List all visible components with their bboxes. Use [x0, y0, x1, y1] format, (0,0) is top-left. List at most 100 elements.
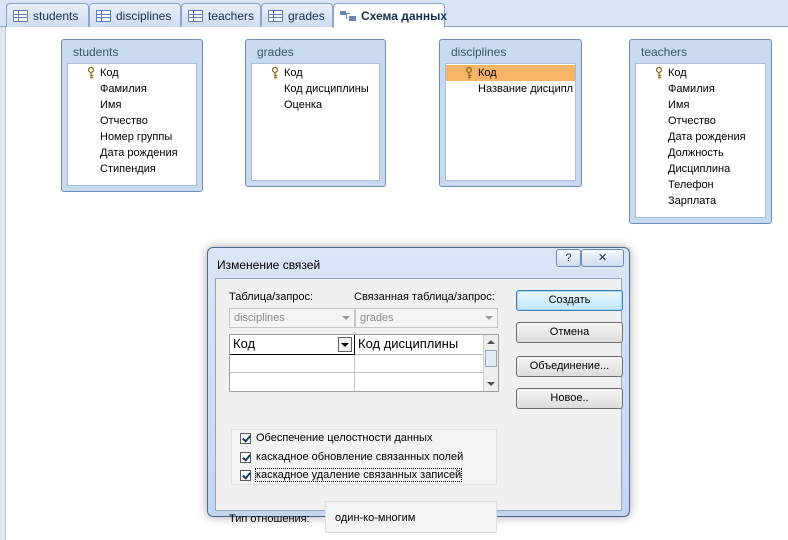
enforce-integrity-label[interactable]: Обеспечение целостности данных [256, 432, 432, 444]
grid-scrollbar[interactable] [483, 335, 498, 391]
workspace-left-border [0, 27, 6, 540]
field-item[interactable]: Отчество [636, 113, 765, 129]
create-new-button[interactable]: Новое.. [516, 388, 623, 409]
field-item[interactable]: Зарплата [636, 193, 765, 209]
field-name: Код [100, 67, 119, 79]
field-name: Дисциплина [668, 163, 731, 175]
field-item[interactable]: Код [636, 65, 765, 81]
tab-disciplines[interactable]: disciplines [89, 3, 181, 27]
cascade-update-label[interactable]: каскадное обновление связанных полей [256, 451, 463, 463]
table-query-label: Таблица/запрос: [229, 291, 314, 303]
grid-cell-empty[interactable] [355, 355, 484, 373]
field-item[interactable]: Код дисциплины [252, 81, 379, 97]
create-button[interactable]: Создать [516, 290, 623, 311]
key-icon [271, 67, 279, 79]
table-box-disciplines[interactable]: disciplines Код Название дисципл [439, 39, 582, 187]
tab-teachers[interactable]: teachers [181, 3, 261, 27]
scroll-thumb[interactable] [485, 350, 497, 367]
field-item[interactable]: Дата рождения [68, 145, 196, 161]
table-icon [268, 9, 283, 22]
cascade-delete-label[interactable]: каскадное удаление связанных записей [254, 468, 463, 482]
tab-label: students [33, 8, 79, 23]
table-box-students[interactable]: students Код Фамилия Имя Отчество Номер … [61, 39, 203, 192]
right-field-cell[interactable]: Код дисциплины [355, 335, 484, 355]
field-item[interactable]: Имя [636, 97, 765, 113]
field-name: Код [478, 67, 497, 79]
field-item[interactable]: Название дисципл [446, 81, 575, 97]
dialog-title: Изменение связей [217, 258, 321, 272]
cascade-delete-checkbox[interactable] [240, 470, 251, 481]
left-field-cell[interactable]: Код [230, 335, 355, 355]
cancel-button-label: Отмена [549, 326, 590, 338]
left-field-value: Код [233, 336, 256, 351]
cancel-button[interactable]: Отмена [516, 322, 623, 343]
field-name: Отчество [100, 115, 148, 127]
edit-relationships-dialog[interactable]: Изменение связей ? ✕ Таблица/запрос: Свя… [207, 247, 630, 533]
relation-type-value: один-ко-многим [325, 501, 497, 533]
field-dropdown-button[interactable] [338, 337, 352, 352]
field-item[interactable]: Дата рождения [636, 129, 765, 145]
table-title[interactable]: teachers [630, 40, 771, 62]
field-item[interactable]: Номер группы [68, 129, 196, 145]
chevron-down-icon [485, 316, 493, 320]
grid-cell-empty[interactable] [230, 355, 355, 373]
field-item[interactable]: Дисциплина [636, 161, 765, 177]
table-select-value: disciplines [234, 312, 285, 324]
field-list[interactable]: Код Фамилия Имя Отчество Дата рождения Д… [635, 63, 766, 218]
tab-label: Схема данных [361, 9, 447, 23]
field-list[interactable]: Код Название дисципл [445, 63, 576, 181]
field-mapping-grid[interactable]: Код Код дисциплины [229, 334, 499, 392]
field-name: Номер группы [100, 131, 173, 143]
tab-students[interactable]: students [6, 3, 89, 27]
grid-cell-empty[interactable] [355, 373, 484, 391]
table-title[interactable]: disciplines [440, 40, 581, 62]
related-table-select[interactable]: grades [355, 308, 498, 328]
field-item[interactable]: Телефон [636, 177, 765, 193]
dialog-client-area: Таблица/запрос: Связанная таблица/запрос… [215, 278, 623, 533]
table-box-teachers[interactable]: teachers Код Фамилия Имя Отчество Дата р… [629, 39, 772, 224]
field-name: Код дисциплины [284, 83, 369, 95]
field-name: Зарплата [668, 195, 717, 207]
help-button[interactable]: ? [556, 249, 581, 267]
field-name: Фамилия [100, 83, 147, 95]
create-button-label: Создать [548, 294, 591, 306]
enforce-integrity-checkbox[interactable] [240, 433, 251, 444]
field-item[interactable]: Отчество [68, 113, 196, 129]
field-item[interactable]: Код [252, 65, 379, 81]
relationships-icon [340, 10, 356, 22]
chevron-down-icon [342, 316, 350, 320]
create-new-button-label: Новое.. [550, 392, 589, 404]
tab-label: disciplines [116, 8, 172, 23]
grid-cell-empty[interactable] [230, 373, 355, 391]
field-item[interactable]: Стипендия [68, 161, 196, 177]
field-name: Оценка [284, 99, 323, 111]
field-item[interactable]: Должность [636, 145, 765, 161]
close-button[interactable]: ✕ [581, 249, 624, 267]
table-select[interactable]: disciplines [229, 308, 355, 328]
related-table-label: Связанная таблица/запрос: [354, 291, 495, 303]
scroll-down-icon[interactable] [487, 382, 495, 386]
field-item[interactable]: Оценка [252, 97, 379, 113]
field-item[interactable]: Фамилия [636, 81, 765, 97]
field-list[interactable]: Код Код дисциплины Оценка [251, 63, 380, 181]
join-type-button[interactable]: Объединение... [516, 356, 623, 377]
scroll-up-icon[interactable] [487, 340, 495, 344]
tab-relationships[interactable]: Схема данных [333, 3, 447, 28]
help-icon: ? [565, 252, 572, 264]
join-type-button-label: Объединение... [529, 360, 610, 372]
table-title[interactable]: students [62, 40, 202, 62]
table-icon [96, 9, 111, 22]
field-item-selected[interactable]: Код [446, 65, 575, 81]
key-icon [87, 67, 95, 79]
field-list[interactable]: Код Фамилия Имя Отчество Номер группы Да… [67, 63, 197, 186]
table-title[interactable]: grades [246, 40, 385, 62]
tab-grades[interactable]: grades [261, 3, 333, 27]
table-box-grades[interactable]: grades Код Код дисциплины Оценка [245, 39, 386, 187]
field-item[interactable]: Фамилия [68, 81, 196, 97]
field-name: Телефон [668, 179, 714, 191]
close-icon: ✕ [597, 252, 608, 264]
field-item[interactable]: Код [68, 65, 196, 81]
field-item[interactable]: Имя [68, 97, 196, 113]
field-name: Код [284, 67, 303, 79]
cascade-update-checkbox[interactable] [240, 452, 251, 463]
